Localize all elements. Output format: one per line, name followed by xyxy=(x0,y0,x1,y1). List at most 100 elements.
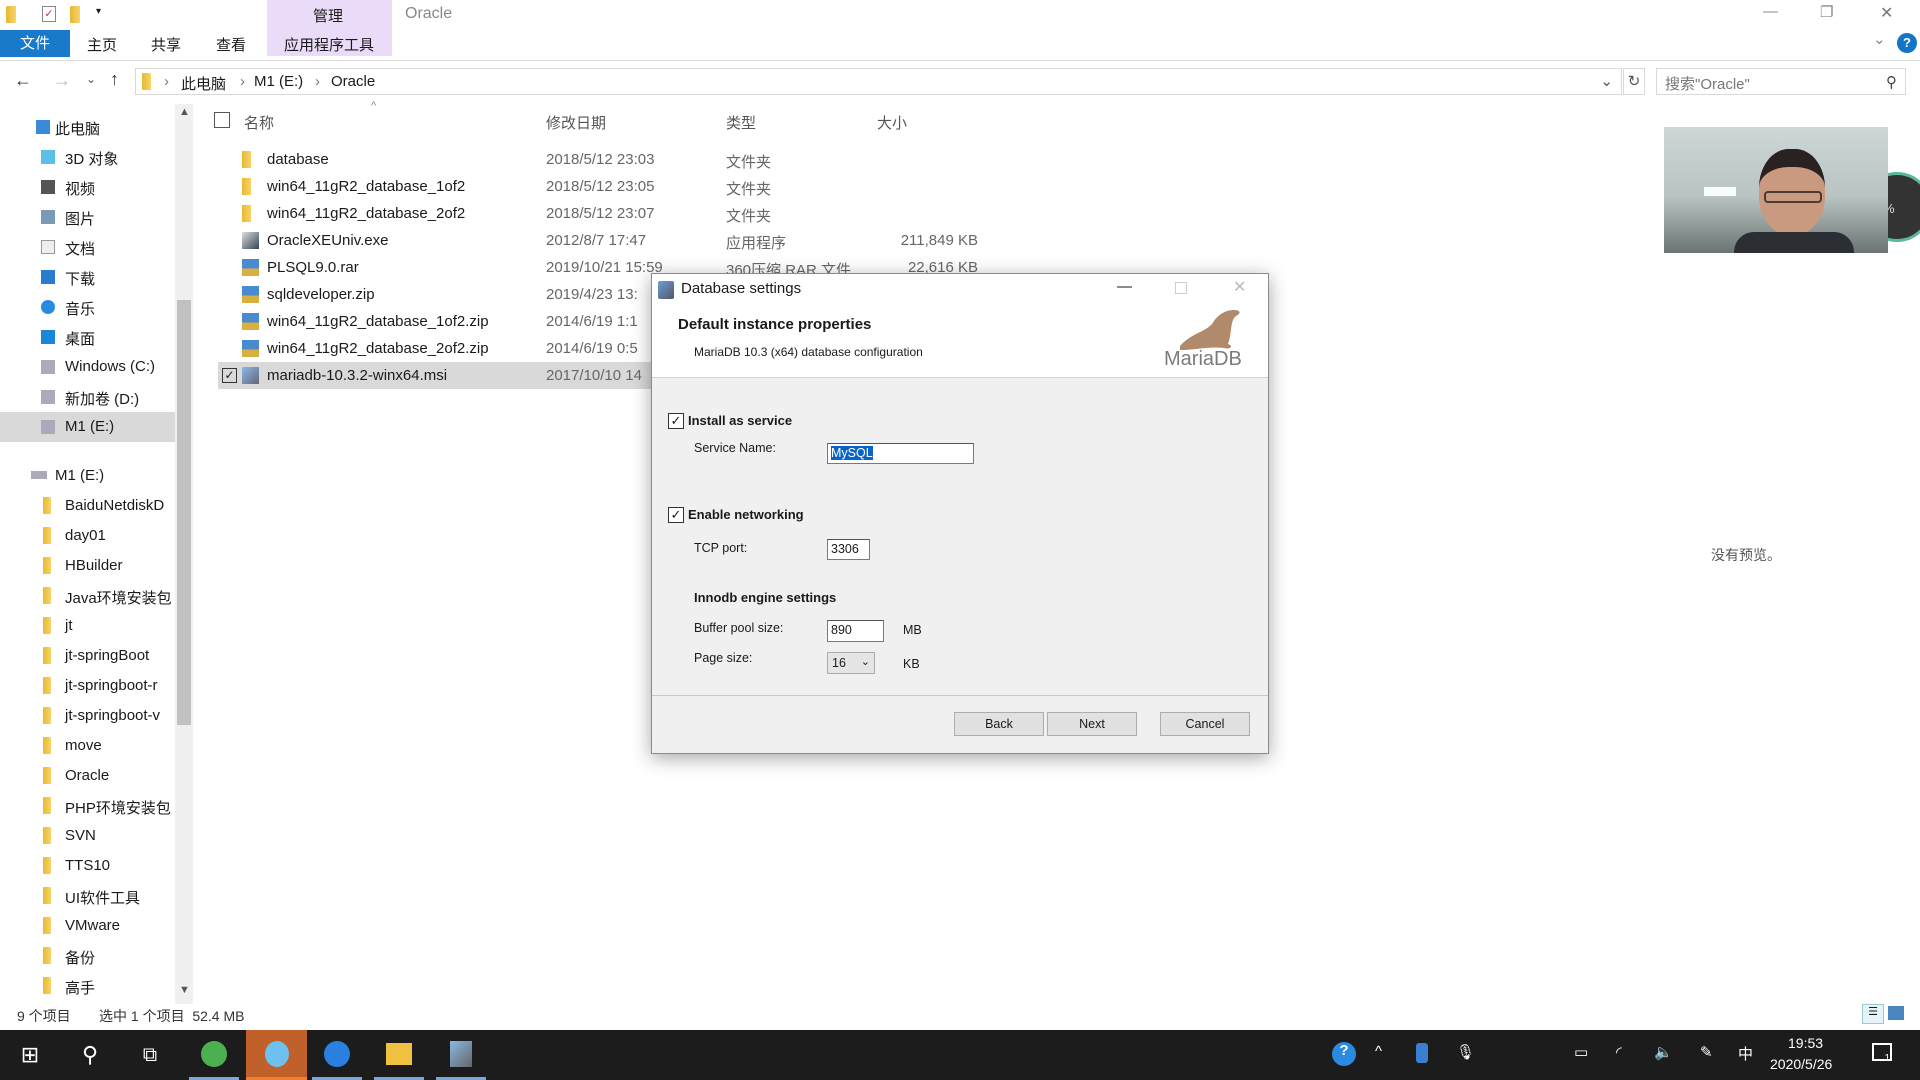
sidebar-folder[interactable]: 备份 xyxy=(0,941,175,971)
large-icons-view-button[interactable] xyxy=(1888,1006,1904,1020)
tab-home[interactable]: 主页 xyxy=(87,34,117,55)
start-button[interactable]: ⊞ xyxy=(5,1030,55,1080)
scrollbar-thumb[interactable] xyxy=(177,300,191,725)
sidebar-item[interactable]: 视频 xyxy=(0,172,175,202)
details-view-button[interactable]: ☰ xyxy=(1862,1004,1884,1024)
sidebar-scrollbar[interactable]: ▲ ▼ xyxy=(175,104,193,1004)
sidebar-item[interactable]: 文档 xyxy=(0,232,175,262)
sidebar-item-drive[interactable]: M1 (E:) xyxy=(0,461,175,491)
column-date[interactable]: 修改日期 xyxy=(546,112,606,133)
task-view-button[interactable]: ⧉ xyxy=(125,1030,175,1080)
file-row[interactable]: ✓ mariadb-10.3.2-winx64.msi 2017/10/10 1… xyxy=(218,362,658,389)
install-service-checkbox[interactable]: ✓ xyxy=(668,413,684,429)
pen-icon[interactable]: ✎ xyxy=(1700,1043,1713,1061)
sidebar-item[interactable]: 音乐 xyxy=(0,292,175,322)
sidebar-folder[interactable]: PHP环境安装包 xyxy=(0,791,175,821)
sidebar-folder[interactable]: TTS10 xyxy=(0,851,175,881)
breadcrumb-oracle[interactable]: Oracle xyxy=(331,73,375,90)
column-size[interactable]: 大小 xyxy=(877,112,907,133)
row-checkbox[interactable]: ✓ xyxy=(222,368,237,383)
wifi-icon[interactable]: ◜ xyxy=(1616,1043,1622,1061)
tcp-port-input[interactable]: 3306 xyxy=(827,539,870,560)
page-size-select[interactable]: 16 ⌄ xyxy=(827,652,875,674)
search-input[interactable]: 搜索"Oracle" ⚲ xyxy=(1656,68,1906,95)
microphone-icon[interactable]: 🎙 xyxy=(1456,1043,1475,1061)
tab-file[interactable]: 文件 xyxy=(0,30,70,57)
clock-date[interactable]: 2020/5/26 xyxy=(1770,1056,1832,1072)
up-icon[interactable]: ↑ xyxy=(110,69,119,90)
back-button[interactable]: Back xyxy=(954,712,1044,736)
sidebar-folder[interactable]: BaiduNetdiskD xyxy=(0,491,175,521)
install-service-label[interactable]: Install as service xyxy=(688,413,792,428)
address-bar[interactable]: › 此电脑 › M1 (E:) › Oracle ⌄ xyxy=(135,68,1622,95)
enable-networking-checkbox[interactable]: ✓ xyxy=(668,507,684,523)
tab-application-tools[interactable]: 应用程序工具 xyxy=(284,34,374,55)
sidebar-folder[interactable]: jt-springBoot xyxy=(0,641,175,671)
ribbon-expand-icon[interactable]: ⌄ xyxy=(1873,30,1886,48)
battery-icon[interactable]: ▭ xyxy=(1574,1043,1588,1061)
tab-share[interactable]: 共享 xyxy=(151,34,181,55)
sidebar-folder[interactable]: Oracle xyxy=(0,761,175,791)
restore-button[interactable]: ❐ xyxy=(1820,3,1833,21)
properties-icon[interactable]: ✓ xyxy=(42,6,56,22)
select-all-checkbox[interactable] xyxy=(214,112,230,128)
sidebar-folder[interactable]: 高手 xyxy=(0,971,175,1001)
show-hidden-icons[interactable]: ^ xyxy=(1375,1043,1382,1060)
breadcrumb-drive[interactable]: M1 (E:) xyxy=(254,73,303,90)
installer-taskbar-icon[interactable] xyxy=(436,1030,486,1080)
scroll-up-arrow[interactable]: ▲ xyxy=(179,106,190,118)
file-row[interactable]: win64_11gR2_database_2of2 2018/5/12 23:0… xyxy=(218,200,978,227)
dialog-close-button[interactable]: ✕ xyxy=(1233,277,1246,297)
file-row[interactable]: database 2018/5/12 23:03 文件夹 xyxy=(218,146,978,173)
sidebar-folder[interactable]: jt xyxy=(0,611,175,641)
sidebar-folder[interactable]: jt-springboot-r xyxy=(0,671,175,701)
sidebar-folder[interactable]: UI软件工具 xyxy=(0,881,175,911)
address-dropdown-icon[interactable]: ⌄ xyxy=(1600,72,1613,90)
minimize-button[interactable]: — xyxy=(1763,3,1778,20)
sidebar-item[interactable]: 桌面 xyxy=(0,322,175,352)
recent-locations-icon[interactable]: ⌄ xyxy=(86,72,96,86)
file-row[interactable]: win64_11gR2_database_1of2 2018/5/12 23:0… xyxy=(218,173,978,200)
column-type[interactable]: 类型 xyxy=(726,112,756,133)
dialog-minimize-button[interactable]: — xyxy=(1117,278,1132,295)
next-button[interactable]: Next xyxy=(1047,712,1137,736)
cancel-button[interactable]: Cancel xyxy=(1160,712,1250,736)
breadcrumb-this-pc[interactable]: 此电脑 xyxy=(181,73,226,94)
ime-indicator[interactable]: 中 xyxy=(1738,1043,1753,1064)
sidebar-item[interactable]: 3D 对象 xyxy=(0,142,175,172)
sidebar-item[interactable]: 下载 xyxy=(0,262,175,292)
file-row[interactable]: OracleXEUniv.exe 2012/8/7 17:47 应用程序 211… xyxy=(218,227,978,254)
thunder-app-icon[interactable] xyxy=(312,1030,362,1080)
enable-networking-label[interactable]: Enable networking xyxy=(688,507,804,522)
search-button[interactable]: ⚲ xyxy=(65,1030,115,1080)
sidebar-folder[interactable]: move xyxy=(0,731,175,761)
file-explorer-icon[interactable] xyxy=(374,1030,424,1080)
volume-icon[interactable]: 🔈 xyxy=(1654,1043,1673,1061)
new-folder-icon[interactable] xyxy=(70,6,80,23)
clock-time[interactable]: 19:53 xyxy=(1788,1035,1823,1051)
back-icon[interactable]: ← xyxy=(14,70,32,91)
sidebar-item[interactable]: M1 (E:) xyxy=(0,412,175,442)
service-name-input[interactable]: MySQL xyxy=(827,443,974,464)
sidebar-folder[interactable]: jt-springboot-v xyxy=(0,701,175,731)
forward-icon[interactable]: → xyxy=(53,70,71,91)
tab-view[interactable]: 查看 xyxy=(216,34,246,55)
customize-dropdown-icon[interactable]: ▾ xyxy=(96,6,101,17)
close-button[interactable]: ✕ xyxy=(1880,3,1893,23)
help-tray-icon[interactable]: ? xyxy=(1332,1042,1356,1066)
sidebar-item[interactable]: 图片 xyxy=(0,202,175,232)
buffer-pool-input[interactable]: 890 xyxy=(827,620,884,642)
sidebar-folder[interactable]: day01 xyxy=(0,521,175,551)
column-name[interactable]: 名称 xyxy=(244,112,274,133)
refresh-icon[interactable]: ↻ xyxy=(1623,68,1645,95)
scroll-down-arrow[interactable]: ▼ xyxy=(179,984,190,996)
sidebar-item[interactable]: 此电脑 xyxy=(0,112,175,142)
sidebar-folder[interactable]: VMware xyxy=(0,911,175,941)
notification-center-icon[interactable]: 1 xyxy=(1872,1043,1892,1064)
help-icon[interactable]: ? xyxy=(1897,33,1917,53)
sidebar-item[interactable]: Windows (C:) xyxy=(0,352,175,382)
browser-360-icon[interactable] xyxy=(189,1030,239,1080)
sidebar-item[interactable]: 新加卷 (D:) xyxy=(0,382,175,412)
usb-icon[interactable] xyxy=(1416,1043,1428,1063)
sidebar-folder[interactable]: HBuilder xyxy=(0,551,175,581)
